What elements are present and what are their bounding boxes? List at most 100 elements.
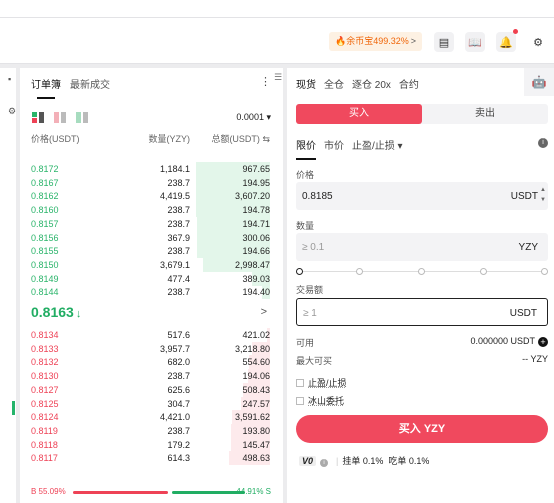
buy-sell-ratio: B 55.09% 44.91% S [31,487,271,497]
plus-icon[interactable]: + [538,337,548,347]
tab-market[interactable]: 市价 [324,141,344,152]
slider-step-25[interactable] [356,268,363,275]
tick-size-select[interactable]: 0.0001 ▾ [236,112,271,123]
side-toggle: 买入 卖出 [296,104,548,124]
vip-badge: V0 [299,456,317,466]
tab-latest-trades[interactable]: 最新成交 [70,80,110,91]
sell-ratio-bar [172,491,245,494]
ask-row[interactable]: 0.8155 238.7 194.66 [20,244,283,259]
bid-qty: 517.6 [167,330,190,340]
slider-step-75[interactable] [480,268,487,275]
ask-total: 194.95 [242,177,270,188]
qty-input[interactable]: ≥ 0.1 YZY [296,233,548,261]
chevron-down-icon: ▾ [266,112,271,122]
ask-total: 194.71 [242,218,270,229]
checkbox-icon[interactable] [296,379,304,387]
gear-icon: ⚙ [8,106,17,116]
tp-sl-checkbox[interactable]: 止盈/止损 [296,376,347,389]
bid-row[interactable]: 0.8117 614.3 498.63 [20,451,283,466]
amount-unit: USDT [509,308,537,319]
info-icon[interactable]: i [320,459,329,467]
bid-row[interactable]: 0.8125 304.7 247.57 [20,396,283,411]
ask-row[interactable]: 0.8144 238.7 194.40 [20,285,283,300]
book-button[interactable]: 📖 [465,32,485,52]
ask-row[interactable]: 0.8149 477.4 389.03 [20,271,283,286]
chevron-right-icon[interactable]: > [261,306,267,318]
tick-size-value: 0.0001 [236,112,264,122]
tab-isolated[interactable]: 逐仓 20x [352,80,391,91]
iceberg-label: 冰山委托 [308,396,345,406]
promo-badge[interactable]: 🔥余币宝499.32% > [329,32,423,51]
info-icon[interactable]: i [538,138,548,148]
bid-total: 247.57 [242,398,270,409]
gear-icon: ⚙ [533,36,543,49]
bid-price: 0.8125 [31,398,59,409]
bid-qty: 614.3 [167,453,190,464]
ask-row[interactable]: 0.8150 3,679.1 2,998.47 [20,257,283,272]
stepper-icon[interactable]: ▲ ▼ [540,185,546,205]
tab-cross[interactable]: 全仓 [324,80,344,91]
bid-row[interactable]: 0.8124 4,421.0 3,591.62 [20,410,283,425]
ask-qty: 238.7 [167,177,190,188]
ask-total: 194.40 [242,287,270,298]
bid-total: 498.63 [242,453,270,464]
tab-limit[interactable]: 限价 [296,141,316,152]
tab-contract[interactable]: 合约 [399,80,419,91]
header-bar: 🔥余币宝499.32% > ▤ 📖 🔔 ⚙ [0,18,554,64]
more-icon[interactable]: ⋮ [260,75,271,88]
checkbox-icon[interactable] [296,397,304,405]
bid-row[interactable]: 0.8133 3,957.7 3,218.80 [20,341,283,356]
available-value: 0.000000 USDT [470,336,535,346]
mid-price-value: 0.8163 [31,304,74,320]
bid-total: 421.02 [242,330,270,340]
ask-row[interactable]: 0.8157 238.7 194.71 [20,216,283,231]
amount-input[interactable]: ≥ 1 USDT [296,298,548,326]
robot-icon[interactable]: 🤖 [524,68,554,96]
orders-button[interactable]: ▤ [434,32,454,52]
bid-total: 554.60 [242,357,270,368]
bid-row[interactable]: 0.8119 238.7 193.80 [20,423,283,438]
submit-buy-button[interactable]: 买入 YZY [296,415,548,443]
ask-qty: 1,184.1 [159,164,190,174]
layout-bids-icon[interactable] [54,112,66,123]
layout-both-icon[interactable] [32,112,44,123]
percent-slider[interactable] [296,268,548,276]
bid-row[interactable]: 0.8127 625.6 508.43 [20,382,283,397]
left-panel-edge: ▪ ⚙ [0,68,16,503]
ask-row[interactable]: 0.8156 367.9 300.06 [20,230,283,245]
chevron-right-icon: > [410,36,417,46]
tab-tp-sl[interactable]: 止盈/止损 ▾ [352,141,403,152]
notification-dot [513,29,518,34]
slider-step-50[interactable] [418,268,425,275]
ask-row[interactable]: 0.8162 4,419.5 3,607.20 [20,189,283,204]
ask-total: 967.65 [242,164,270,174]
buy-tab[interactable]: 买入 [296,104,422,124]
bid-row[interactable]: 0.8130 238.7 194.06 [20,369,283,384]
notifications-button[interactable]: 🔔 [496,29,518,52]
ask-qty: 4,419.5 [159,191,190,202]
price-input[interactable]: 0.8185 USDT ▲ ▼ [296,182,548,210]
max-buy-label: 最大可买 [296,356,333,366]
tab-spot[interactable]: 现货 [296,80,316,91]
ask-price: 0.8160 [31,205,59,216]
col-total-header[interactable]: 总额(USDT) ⇆ [211,132,270,145]
ask-row[interactable]: 0.8172 1,184.1 967.65 [20,162,283,176]
ask-row[interactable]: 0.8160 238.7 194.78 [20,203,283,218]
bid-row[interactable]: 0.8118 179.2 145.47 [20,437,283,452]
qty-unit: YZY [518,242,538,253]
bid-total: 145.47 [242,439,270,450]
slider-step-100[interactable] [541,268,548,275]
ask-row[interactable]: 0.8167 238.7 194.95 [20,175,283,190]
bid-row[interactable]: 0.8132 682.0 554.60 [20,355,283,370]
bid-qty: 238.7 [167,371,190,382]
ask-qty: 238.7 [167,205,190,216]
sell-tab[interactable]: 卖出 [422,104,548,124]
layout-asks-icon[interactable] [76,112,88,123]
iceberg-checkbox[interactable]: 冰山委托 [296,394,344,407]
slider-knob[interactable] [296,268,303,275]
tab-order-book[interactable]: 订单簿 [31,80,61,91]
price-value: 0.8185 [302,191,333,202]
bid-row[interactable]: 0.8134 517.6 421.02 [20,328,283,342]
settings-button[interactable]: ⚙ [528,32,548,52]
bid-total: 193.80 [242,425,270,436]
